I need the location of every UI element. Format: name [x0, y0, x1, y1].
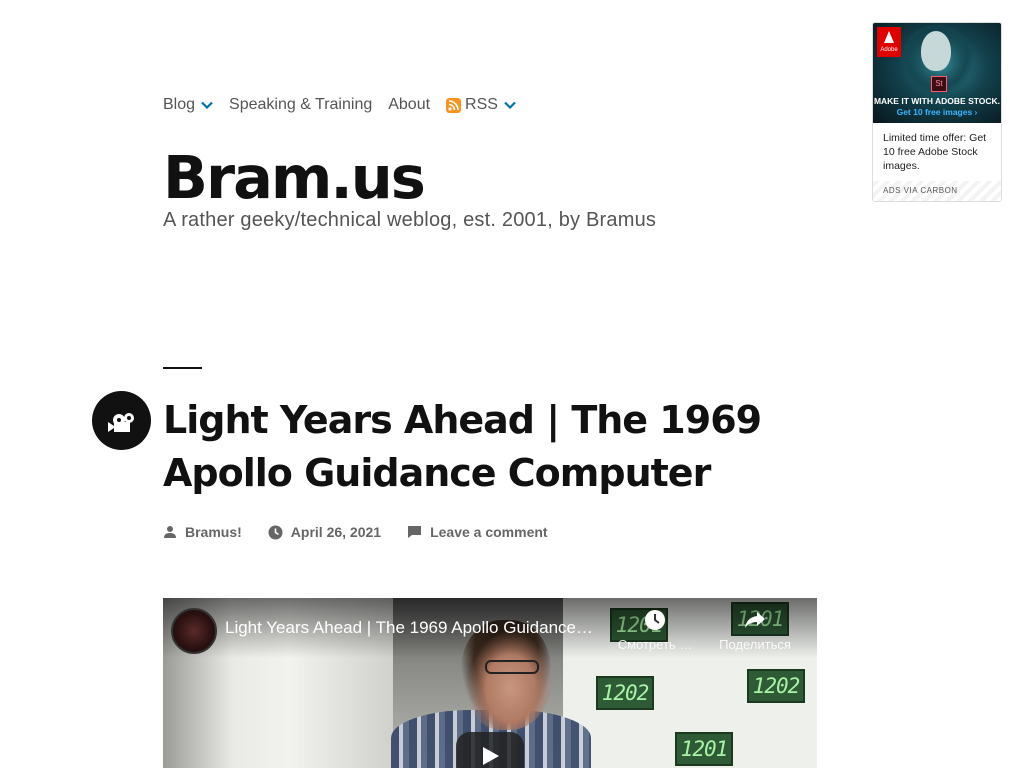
- watch-later-button[interactable]: Смотреть …: [609, 608, 701, 652]
- post-date[interactable]: April 26, 2021: [268, 524, 381, 540]
- nav-item-label: Speaking & Training: [229, 96, 373, 113]
- video-person-glasses: [485, 660, 539, 674]
- video-camera-icon: [92, 391, 151, 450]
- play-button[interactable]: [456, 732, 524, 768]
- rss-icon: [446, 97, 462, 113]
- share-arrow-icon: [745, 612, 765, 628]
- adobe-logo-icon: Adobe: [877, 27, 901, 57]
- nav-item-speaking-training[interactable]: Speaking & Training: [229, 96, 372, 114]
- carbon-ad[interactable]: Adobe St MAKE IT WITH ADOBE STOCK. Get 1…: [872, 22, 1002, 202]
- main-navigation: Blog Speaking & Training About RSS: [163, 93, 532, 117]
- clock-icon: [645, 610, 665, 630]
- adobe-a-shape: [884, 31, 894, 43]
- nav-item-label: Blog: [163, 96, 196, 113]
- adobe-stock-icon: St: [931, 76, 947, 92]
- chevron-down-icon[interactable]: [201, 101, 213, 109]
- post-comments-text: Leave a comment: [430, 524, 548, 540]
- ad-subheadline: Get 10 free images ›: [896, 107, 978, 117]
- watch-later-label: Смотреть …: [617, 637, 693, 652]
- user-icon: [164, 526, 176, 538]
- nav-item-about[interactable]: About: [388, 96, 430, 114]
- comment-icon: [408, 526, 422, 538]
- post-separator: [163, 367, 202, 369]
- channel-avatar[interactable]: [171, 608, 217, 654]
- ad-image[interactable]: Adobe St MAKE IT WITH ADOBE STOCK. Get 1…: [873, 23, 1001, 123]
- ad-headline: MAKE IT WITH ADOBE STOCK. Get 10 free im…: [873, 96, 1001, 118]
- chevron-down-icon[interactable]: [504, 101, 516, 109]
- video-board-display: 1202: [747, 669, 805, 703]
- ad-brand: Adobe: [880, 47, 898, 53]
- post-author-name: Bramus!: [185, 524, 242, 540]
- ad-text[interactable]: Limited time offer: Get 10 free Adobe St…: [883, 131, 999, 173]
- video-title[interactable]: Light Years Ahead | The 1969 Apollo Guid…: [225, 618, 615, 638]
- nav-item-label: RSS: [465, 96, 498, 113]
- nav-item-rss[interactable]: RSS: [446, 96, 516, 114]
- nav-item-label: About: [388, 96, 431, 113]
- share-button[interactable]: Поделиться: [709, 608, 801, 652]
- post-author[interactable]: Bramus!: [163, 524, 242, 540]
- post-comments-link[interactable]: Leave a comment: [407, 524, 548, 540]
- site-tagline: A rather geeky/technical weblog, est. 20…: [163, 209, 657, 231]
- post-title[interactable]: Light Years Ahead | The 1969 Apollo Guid…: [163, 394, 843, 500]
- post-date-text: April 26, 2021: [290, 524, 382, 540]
- video-board-display: 1201: [675, 732, 733, 766]
- share-label: Поделиться: [719, 637, 791, 652]
- ad-image-face: [921, 31, 951, 71]
- ad-footer[interactable]: ADS VIA CARBON: [873, 181, 1001, 201]
- post-meta: Bramus! April 26, 2021 Leave a comment: [163, 522, 574, 542]
- ad-headline-main: MAKE IT WITH ADOBE STOCK.: [873, 96, 1001, 106]
- video-board-display: 1202: [596, 676, 654, 710]
- site-title[interactable]: Bram.us: [163, 138, 426, 218]
- nav-item-blog[interactable]: Blog: [163, 96, 213, 114]
- video-camera-icon-glyph: [108, 413, 134, 432]
- video-embed[interactable]: 1201 1201 1202 1202 1201 Light Years Ahe…: [163, 598, 817, 768]
- clock-icon: [268, 525, 283, 539]
